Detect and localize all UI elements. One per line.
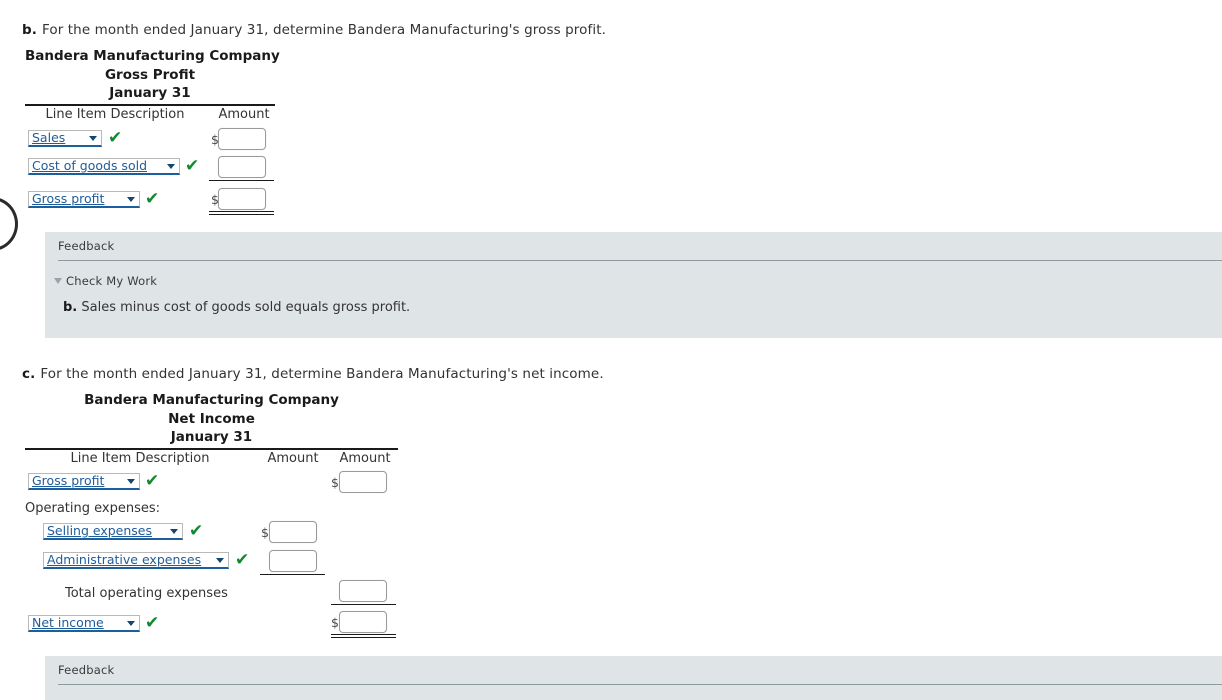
statement-c-row-1-label: Operating expenses: <box>25 501 161 516</box>
statement-c-col-amount-1: Amount <box>267 451 319 466</box>
statement-c-company: Bandera Manufacturing Company <box>84 392 339 408</box>
statement-c-period: January 31 <box>170 429 253 445</box>
check-my-work-label-b: Check My Work <box>66 274 158 288</box>
statement-c-row-0-dollar: $ <box>331 475 339 490</box>
statement-c-row-3-check-icon: ✔ <box>235 550 250 570</box>
feedback-b-divider <box>58 260 1222 261</box>
statement-c-row-5-select[interactable]: Net income <box>28 615 140 632</box>
feedback-c-divider <box>58 684 1222 685</box>
statement-c-net-income-double-rule <box>331 634 396 638</box>
statement-c-row-4-amount-input[interactable] <box>339 580 387 602</box>
statement-c-row-2-select[interactable]: Selling expenses <box>43 523 183 540</box>
chevron-down-icon <box>167 163 175 169</box>
statement-b-row-2-check-icon: ✔ <box>145 189 160 209</box>
statement-c-total-opex-rule <box>331 604 396 605</box>
statement-c-col-description: Line Item Description <box>70 451 210 466</box>
feedback-b-body-label: b. <box>63 300 78 315</box>
statement-b-total-double-rule <box>209 211 274 215</box>
chevron-down-icon <box>170 528 178 534</box>
statement-b-company: Bandera Manufacturing Company <box>25 48 280 64</box>
feedback-c-title: Feedback <box>58 663 115 677</box>
statement-b-row-2-select[interactable]: Gross profit <box>28 191 140 208</box>
statement-c-row-0-amount-input[interactable] <box>339 471 387 493</box>
statement-c-row-2-check-icon: ✔ <box>189 521 204 541</box>
statement-c-col-amount-2: Amount <box>339 451 391 466</box>
statement-b-report: Gross Profit <box>104 67 196 83</box>
statement-b-row-2-select-value: Gross profit <box>32 192 105 206</box>
statement-b-row-0-select-value: Sales <box>32 131 66 145</box>
statement-c-report: Net Income <box>168 411 255 427</box>
statement-c-row-5-select-value: Net income <box>32 616 104 630</box>
question-c-prompt: c. For the month ended January 31, determ… <box>22 366 604 382</box>
question-c-letter: c. <box>22 366 36 382</box>
statement-c-row-2-select-value: Selling expenses <box>47 524 153 538</box>
question-b-letter: b. <box>22 22 37 38</box>
statement-c-row-5-amount-input[interactable] <box>339 611 387 633</box>
feedback-panel-b <box>45 232 1222 338</box>
decorative-arc-artifact <box>0 197 18 251</box>
statement-c-row-4-label: Total operating expenses <box>65 586 228 601</box>
statement-c-row-5-check-icon: ✔ <box>145 613 160 633</box>
statement-c-selling-admin-subtotal-rule <box>260 574 325 575</box>
statement-c-row-2-dollar: $ <box>261 525 269 540</box>
question-b-text: For the month ended January 31, determin… <box>42 22 606 38</box>
statement-c-row-2-amount-input[interactable] <box>269 521 317 543</box>
feedback-b-title: Feedback <box>58 239 115 253</box>
statement-b-subtotal-rule <box>209 180 274 181</box>
statement-b-row-1-amount-input[interactable] <box>218 156 266 178</box>
statement-b-row-0-amount-input[interactable] <box>218 128 266 150</box>
feedback-b-body: b. Sales minus cost of goods sold equals… <box>63 300 410 315</box>
statement-c-row-0-check-icon: ✔ <box>145 471 160 491</box>
statement-c-row-3-select[interactable]: Administrative expenses <box>43 552 229 569</box>
statement-b-col-amount: Amount <box>218 107 270 122</box>
statement-c-row-3-amount-input[interactable] <box>269 550 317 572</box>
statement-c-top-rule <box>25 448 398 450</box>
feedback-b-body-text: Sales minus cost of goods sold equals gr… <box>81 300 411 315</box>
question-c-text: For the month ended January 31, determin… <box>40 366 604 382</box>
statement-b-col-description: Line Item Description <box>45 107 185 122</box>
chevron-down-icon <box>127 478 135 484</box>
statement-b-row-1-check-icon: ✔ <box>185 156 200 176</box>
question-b-prompt: b. For the month ended January 31, determ… <box>22 22 606 38</box>
statement-c-row-5-dollar: $ <box>331 615 339 630</box>
statement-b-period: January 31 <box>109 85 191 101</box>
chevron-down-icon <box>127 196 135 202</box>
statement-b-top-rule <box>25 104 275 106</box>
statement-b-row-1-select[interactable]: Cost of goods sold <box>28 158 180 175</box>
statement-b-row-0-check-icon: ✔ <box>108 128 123 148</box>
chevron-down-icon <box>127 620 135 626</box>
statement-c-row-0-select[interactable]: Gross profit <box>28 473 140 490</box>
feedback-panel-c <box>45 656 1222 700</box>
statement-b-row-2-amount-input[interactable] <box>218 188 266 210</box>
caret-down-icon <box>54 278 62 284</box>
statement-b-row-1-select-value: Cost of goods sold <box>32 159 148 173</box>
statement-c-row-3-select-value: Administrative expenses <box>47 553 202 567</box>
statement-b-row-0-select[interactable]: Sales <box>28 130 102 147</box>
statement-c-row-0-select-value: Gross profit <box>32 474 105 488</box>
check-my-work-toggle-b[interactable]: Check My Work <box>54 274 157 288</box>
chevron-down-icon <box>216 557 224 563</box>
chevron-down-icon <box>89 135 97 141</box>
